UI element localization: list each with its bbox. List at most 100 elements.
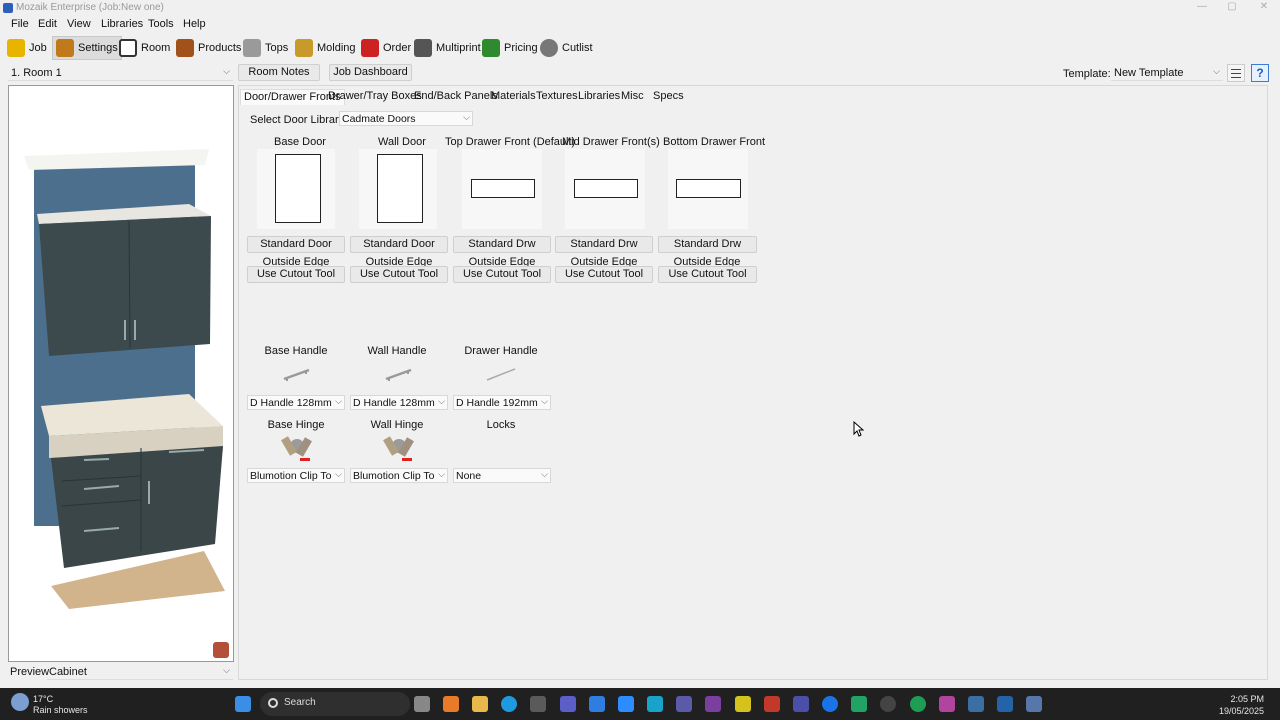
toolbar-cutlist-button[interactable]: Cutlist: [537, 36, 596, 60]
door-library-value: Cadmate Doors: [342, 113, 416, 125]
toolbar-molding-button[interactable]: Molding: [292, 36, 359, 60]
app-c-icon[interactable]: [647, 696, 663, 712]
app-a-icon[interactable]: [589, 696, 605, 712]
chevron-down-icon: ⌵: [541, 469, 548, 479]
start-icon[interactable]: [235, 696, 251, 712]
template-select[interactable]: New Template ⌵: [1111, 65, 1223, 81]
base-door-style-button[interactable]: Standard Door: [247, 236, 345, 253]
wall-door-style-button[interactable]: Standard Door: [350, 236, 448, 253]
locks-select[interactable]: None ⌵: [453, 468, 551, 483]
toolbar-tops-button[interactable]: Tops: [240, 36, 291, 60]
sticky-notes-icon[interactable]: [735, 696, 751, 712]
onenote-icon[interactable]: [705, 696, 721, 712]
preview-select-value: Cabinet: [49, 666, 87, 678]
preview-select[interactable]: Cabinet ⌵: [47, 664, 233, 680]
weather-description: Rain showers: [33, 705, 88, 715]
handle-icon: [283, 368, 310, 381]
toolbar-job-button[interactable]: Job: [4, 36, 50, 60]
base-handle-label: Base Handle: [264, 345, 328, 357]
view-cube-icon[interactable]: [213, 642, 229, 658]
file-explorer-icon[interactable]: [472, 696, 488, 712]
job-dashboard-button[interactable]: Job Dashboard: [329, 64, 412, 81]
toolbar-order-button[interactable]: Order: [358, 36, 414, 60]
edge-icon[interactable]: [501, 696, 517, 712]
app-green-icon[interactable]: [910, 696, 926, 712]
close-icon[interactable]: ✕: [1250, 0, 1278, 16]
cabinet-preview[interactable]: [8, 85, 234, 662]
taskbar: 17°C Rain showers Search: [0, 688, 1280, 720]
base-door-header: Base Door: [274, 136, 326, 148]
drawer-handle-value: D Handle 192mm: [456, 397, 538, 409]
locks-value: None: [456, 470, 482, 482]
menu-tools[interactable]: Tools: [148, 18, 174, 30]
base-hinge-label: Base Hinge: [267, 419, 325, 431]
mozaik-icon[interactable]: [1026, 696, 1042, 712]
top-drawer-cutout-button[interactable]: Use Cutout Tool: [453, 266, 551, 283]
help-icon[interactable]: ?: [1251, 64, 1269, 82]
app-green-a-icon[interactable]: [851, 696, 867, 712]
tab-materials[interactable]: Materials: [488, 89, 539, 105]
toolbar-multiprint-button[interactable]: Multiprint: [411, 36, 484, 60]
maximize-icon[interactable]: ▢: [1218, 0, 1246, 16]
mid-drawer-cutout-button[interactable]: Use Cutout Tool: [555, 266, 653, 283]
app-arrow-icon[interactable]: [880, 696, 896, 712]
toolbar-room-button[interactable]: Room: [116, 36, 173, 60]
tab-misc[interactable]: Misc: [618, 89, 647, 105]
base-door-cutout-button[interactable]: Use Cutout Tool: [247, 266, 345, 283]
toolbar-products-button[interactable]: Products: [173, 36, 244, 60]
mid-drawer-front-header: Mid Drawer Front(s): [562, 136, 660, 148]
toolbar-pricing-button[interactable]: Pricing: [479, 36, 541, 60]
store-icon[interactable]: [530, 696, 546, 712]
toolbar-job-label: Job: [29, 42, 47, 54]
clock-date[interactable]: 19/05/2025: [1219, 706, 1264, 716]
clock-time[interactable]: 2:05 PM: [1230, 694, 1264, 704]
app-red-icon[interactable]: [764, 696, 780, 712]
weather-icon[interactable]: [11, 693, 29, 711]
wall-hinge-select[interactable]: Blumotion Clip Top (A ⌵: [350, 468, 448, 483]
mid-drawer-style-button[interactable]: Standard Drw: [555, 236, 653, 253]
taskbar-search[interactable]: Search: [260, 692, 410, 716]
base-hinge-select[interactable]: Blumotion Clip Top (A ⌵: [247, 468, 345, 483]
teams-work-icon[interactable]: [793, 696, 809, 712]
task-view-icon[interactable]: [414, 696, 430, 712]
copilot-icon[interactable]: [443, 696, 459, 712]
wall-handle-select[interactable]: D Handle 128mm ⌵: [350, 395, 448, 410]
app-play-icon[interactable]: [676, 696, 692, 712]
zoom-icon[interactable]: [618, 696, 634, 712]
chevron-down-icon: ⌵: [223, 665, 230, 675]
teams-icon[interactable]: [560, 696, 576, 712]
menu-view[interactable]: View: [67, 18, 91, 30]
tab-drawer-tray-boxes[interactable]: Drawer/Tray Boxes: [325, 89, 425, 105]
app-pink-icon[interactable]: [939, 696, 955, 712]
toolbar-pricing-label: Pricing: [504, 42, 538, 54]
menu-file[interactable]: File: [11, 18, 29, 30]
menu-help[interactable]: Help: [183, 18, 206, 30]
app-s-icon[interactable]: [997, 696, 1013, 712]
base-handle-select[interactable]: D Handle 128mm ⌵: [247, 395, 345, 410]
tab-textures[interactable]: Textures: [533, 89, 581, 105]
room-notes-button[interactable]: Room Notes: [238, 64, 320, 81]
top-drawer-front-header: Top Drawer Front (Default): [445, 136, 576, 148]
notepad-icon[interactable]: [968, 696, 984, 712]
toolbar-settings-button[interactable]: Settings: [52, 36, 122, 60]
minimize-icon[interactable]: —: [1188, 0, 1216, 16]
room-select[interactable]: 1. Room 1 ⌵: [8, 65, 233, 81]
wall-door-shape: [377, 154, 423, 223]
wall-door-cutout-button[interactable]: Use Cutout Tool: [350, 266, 448, 283]
list-view-icon[interactable]: [1227, 64, 1245, 82]
locks-label: Locks: [486, 419, 516, 431]
browser-icon[interactable]: [822, 696, 838, 712]
bottom-drawer-style-button[interactable]: Standard Drw: [658, 236, 757, 253]
door-library-select[interactable]: Cadmate Doors ⌵: [339, 111, 473, 126]
menu-libraries[interactable]: Libraries: [101, 18, 143, 30]
menu-edit[interactable]: Edit: [38, 18, 57, 30]
top-drawer-style-button[interactable]: Standard Drw: [453, 236, 551, 253]
wall-hinge-value: Blumotion Clip Top (A: [353, 470, 435, 482]
window-title: Mozaik Enterprise (Job:New one): [16, 2, 164, 13]
drawer-handle-select[interactable]: D Handle 192mm ⌵: [453, 395, 551, 410]
template-select-value: New Template: [1114, 67, 1184, 79]
tab-libraries[interactable]: Libraries: [575, 89, 623, 105]
bottom-drawer-front-header: Bottom Drawer Front: [663, 136, 766, 148]
bottom-drawer-cutout-button[interactable]: Use Cutout Tool: [658, 266, 757, 283]
tab-specs[interactable]: Specs: [650, 89, 687, 105]
